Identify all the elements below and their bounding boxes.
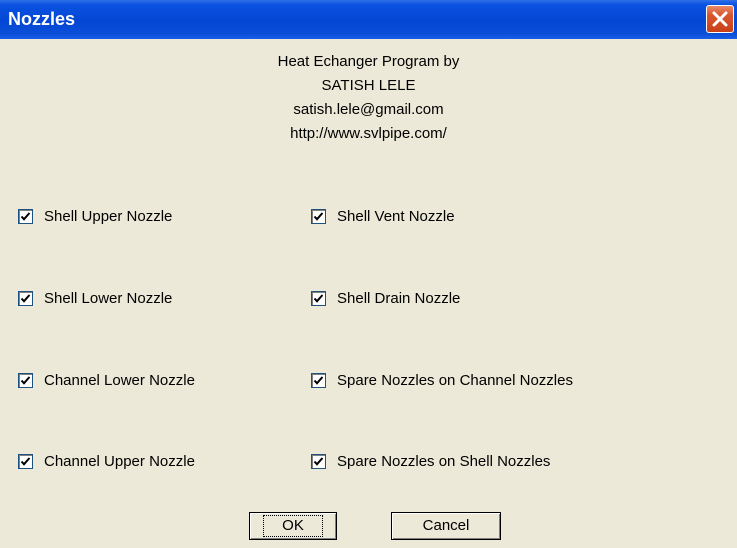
credit-line-program: Heat Echanger Program by	[277, 53, 460, 70]
nozzles-dialog: Nozzles Heat Echanger Program by SATISH …	[0, 0, 737, 548]
checkbox-label: Spare Nozzles on Shell Nozzles	[337, 452, 551, 470]
ok-button[interactable]: OK	[249, 512, 337, 540]
checkbox-shell-lower-nozzle[interactable]: Shell Lower Nozzle	[18, 288, 172, 308]
title-bar[interactable]: Nozzles	[0, 0, 737, 39]
checkmark-icon	[20, 293, 31, 303]
checkbox-shell-drain-nozzle[interactable]: Shell Drain Nozzle	[311, 288, 460, 308]
checkbox-box[interactable]	[311, 290, 326, 306]
checkbox-label: Channel Upper Nozzle	[44, 452, 195, 470]
checkbox-label: Shell Upper Nozzle	[44, 207, 173, 225]
checkbox-label: Shell Drain Nozzle	[337, 289, 461, 307]
checkmark-icon	[20, 211, 31, 221]
credit-line-email: satish.lele@gmail.com	[293, 101, 444, 118]
checkbox-label: Spare Nozzles on Channel Nozzles	[337, 371, 573, 389]
checkmark-icon	[20, 456, 31, 466]
checkbox-channel-lower-nozzle[interactable]: Channel Lower Nozzle	[18, 370, 195, 390]
checkbox-channel-upper-nozzle[interactable]: Channel Upper Nozzle	[18, 451, 195, 471]
checkbox-label: Channel Lower Nozzle	[44, 371, 195, 389]
checkbox-box[interactable]	[311, 372, 326, 388]
ok-button-label: OK	[263, 515, 323, 537]
checkbox-box[interactable]	[18, 208, 33, 224]
checkbox-box[interactable]	[311, 208, 326, 224]
checkbox-box[interactable]	[18, 290, 33, 306]
checkbox-label: Shell Lower Nozzle	[44, 289, 173, 307]
checkbox-label: Shell Vent Nozzle	[337, 207, 455, 225]
checkbox-shell-vent-nozzle[interactable]: Shell Vent Nozzle	[311, 206, 455, 226]
dialog-body: Heat Echanger Program by SATISH LELE sat…	[0, 39, 737, 548]
checkbox-spare-nozzles-shell[interactable]: Spare Nozzles on Shell Nozzles	[311, 451, 550, 471]
checkbox-box[interactable]	[18, 372, 33, 388]
cancel-button-label: Cancel	[422, 517, 470, 534]
checkbox-spare-nozzles-channel[interactable]: Spare Nozzles on Channel Nozzles	[311, 370, 573, 390]
checkbox-shell-upper-nozzle[interactable]: Shell Upper Nozzle	[18, 206, 172, 226]
checkmark-icon	[313, 456, 324, 466]
checkmark-icon	[20, 375, 31, 385]
checkbox-box[interactable]	[18, 453, 33, 469]
checkmark-icon	[313, 211, 324, 221]
credit-line-author: SATISH LELE	[321, 77, 416, 94]
checkmark-icon	[313, 375, 324, 385]
checkbox-box[interactable]	[311, 453, 326, 469]
window-title: Nozzles	[8, 9, 76, 29]
cancel-button[interactable]: Cancel	[391, 512, 501, 540]
credit-line-website: http://www.svlpipe.com/	[290, 125, 447, 142]
checkmark-icon	[313, 293, 324, 303]
close-x-icon	[712, 11, 728, 27]
close-button[interactable]	[706, 5, 734, 33]
